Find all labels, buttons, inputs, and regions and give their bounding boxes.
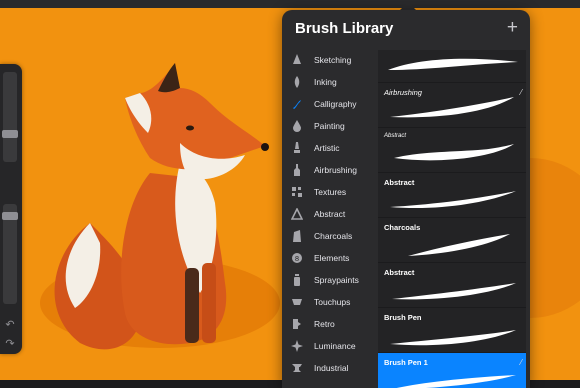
category-label: Sketching <box>314 55 352 65</box>
airbrush-icon <box>290 163 304 177</box>
brush-stroke-preview <box>390 330 516 346</box>
panel-title: Brush Library <box>295 20 394 37</box>
top-toolbar <box>0 0 580 8</box>
category-textures[interactable]: Textures <box>290 182 378 202</box>
pencil-tip-icon <box>290 53 304 67</box>
category-label: Touchups <box>314 297 351 307</box>
brush-item[interactable]: Abstract <box>378 128 526 173</box>
brush-item[interactable]: Abstract <box>378 263 526 308</box>
redo-icon[interactable]: ↷ <box>4 338 16 350</box>
spraycan-icon <box>290 273 304 287</box>
category-luminance[interactable]: Luminance <box>290 336 378 356</box>
touchup-icon <box>290 295 304 309</box>
category-retro[interactable]: Retro <box>290 314 378 334</box>
category-charcoals[interactable]: Charcoals <box>290 226 378 246</box>
undo-icon[interactable]: ↶ <box>4 319 16 331</box>
category-spraypaints[interactable]: Spraypaints <box>290 270 378 290</box>
svg-text:8: 8 <box>295 255 299 263</box>
brush-item[interactable]: Airbrushing ⁄ <box>378 83 526 128</box>
artistic-brush-icon <box>290 141 304 155</box>
brush-item[interactable] <box>378 50 526 83</box>
elements-icon: 8 <box>290 251 304 265</box>
triangle-icon <box>290 207 304 221</box>
category-label: Airbrushing <box>314 165 357 175</box>
paint-drop-icon <box>290 119 304 133</box>
left-sidebar: ↶ ↷ <box>0 64 22 354</box>
category-label: Charcoals <box>314 231 353 241</box>
anvil-icon <box>290 361 304 375</box>
category-label: Industrial <box>314 363 349 373</box>
ink-nib-icon <box>290 75 304 89</box>
brush-stroke-preview <box>388 58 518 70</box>
category-label: Calligraphy <box>314 99 357 109</box>
category-elements[interactable]: 8 Elements <box>290 248 378 268</box>
brush-item[interactable]: Charcoals <box>378 218 526 263</box>
category-airbrushing[interactable]: Airbrushing <box>290 160 378 180</box>
category-label: Retro <box>314 319 335 329</box>
brush-library-panel: Brush Library + Sketching Inking Calligr… <box>282 10 530 388</box>
category-sketching[interactable]: Sketching <box>290 50 378 70</box>
brush-size-knob[interactable] <box>2 130 18 138</box>
category-label: Artistic <box>314 143 340 153</box>
category-inking[interactable]: Inking <box>290 72 378 92</box>
category-artistic[interactable]: Artistic <box>290 138 378 158</box>
category-label: Painting <box>314 121 345 131</box>
charcoal-icon <box>290 229 304 243</box>
brush-stroke-preview <box>396 375 516 388</box>
brush-size-slider[interactable] <box>3 72 17 162</box>
category-calligraphy[interactable]: Calligraphy <box>290 94 378 114</box>
add-brush-button[interactable]: + <box>507 18 518 38</box>
brush-stroke-preview <box>390 97 514 118</box>
category-label: Luminance <box>314 341 356 351</box>
brush-list: Airbrushing ⁄ Abstract Abstract Charcoal… <box>378 50 530 388</box>
category-painting[interactable]: Painting <box>290 116 378 136</box>
category-label: Spraypaints <box>314 275 359 285</box>
opacity-knob[interactable] <box>2 212 18 220</box>
category-abstract[interactable]: Abstract <box>290 204 378 224</box>
calligraphy-icon <box>290 97 304 111</box>
category-label: Elements <box>314 253 350 263</box>
brush-stroke-preview <box>390 191 516 209</box>
retro-icon <box>290 317 304 331</box>
brush-item[interactable]: Abstract <box>378 173 526 218</box>
brush-item-selected[interactable]: Brush Pen 1 ⁄ <box>378 353 526 388</box>
texture-icon <box>290 185 304 199</box>
category-touchups[interactable]: Touchups <box>290 292 378 312</box>
category-label: Inking <box>314 77 337 87</box>
sparkle-icon <box>290 339 304 353</box>
category-industrial[interactable]: Industrial <box>290 358 378 378</box>
brush-stroke-preview <box>394 144 514 161</box>
brush-category-list: Sketching Inking Calligraphy Painting Ar… <box>282 50 378 388</box>
brush-stroke-preview <box>392 283 516 300</box>
brush-item[interactable]: Brush Pen <box>378 308 526 353</box>
category-label: Abstract <box>314 209 346 219</box>
category-label: Textures <box>314 187 347 197</box>
brush-stroke-preview <box>408 234 510 256</box>
